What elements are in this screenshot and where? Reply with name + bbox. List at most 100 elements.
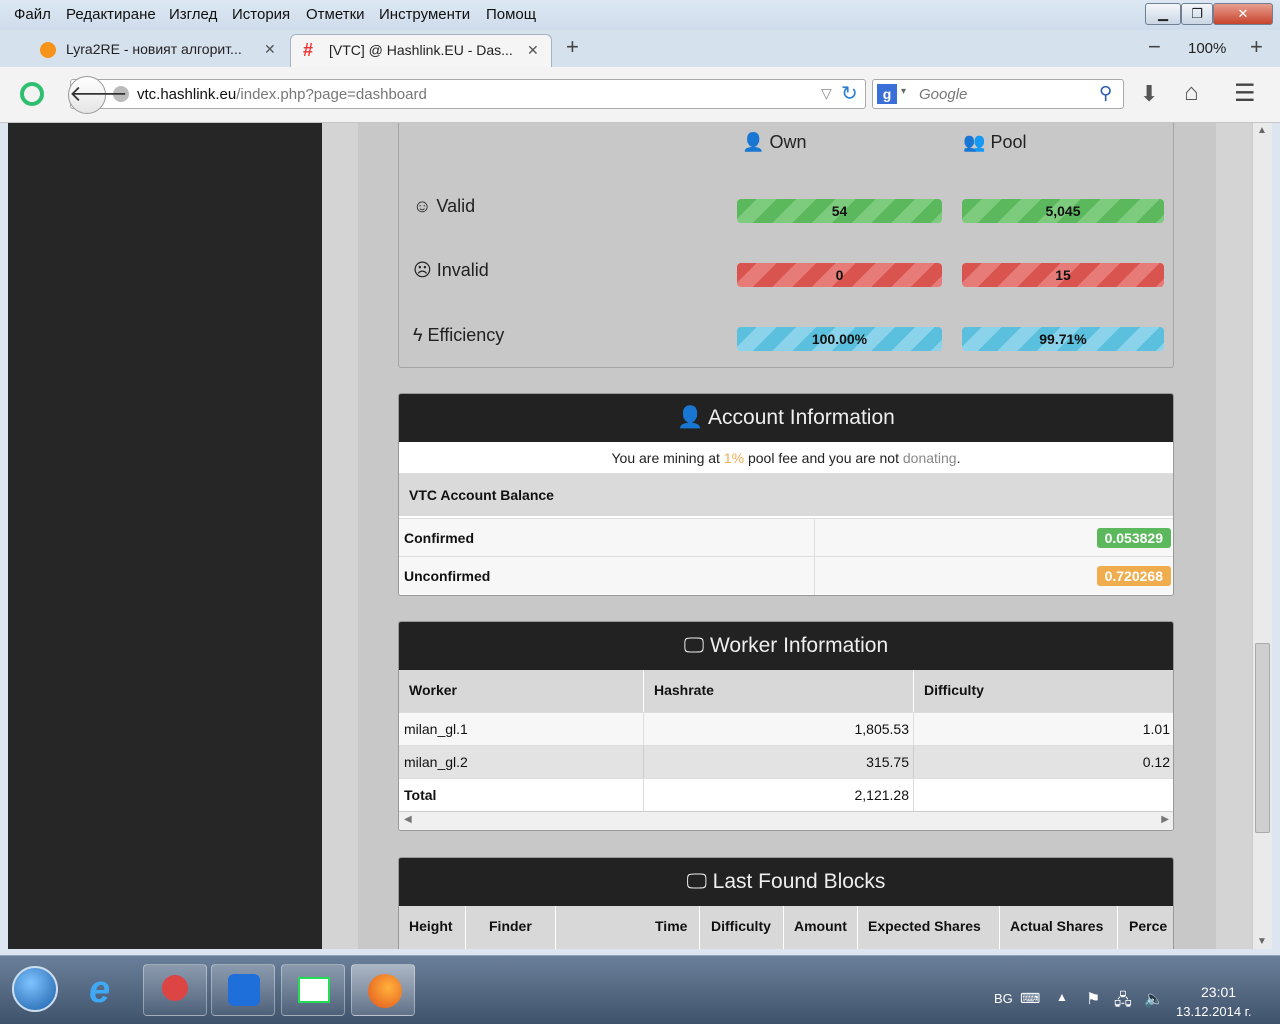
window-app-icon[interactable] <box>281 964 345 1016</box>
col-difficulty: Difficulty <box>711 918 771 934</box>
balance-row: Unconfirmed 0.720268 <box>399 556 1173 595</box>
zoom-level[interactable]: 100% <box>1188 40 1226 57</box>
panel-title: Last Found Blocks <box>712 870 886 893</box>
google-icon[interactable]: g <box>877 84 897 104</box>
hashlink-icon: # <box>303 40 314 60</box>
menu-help[interactable]: Помощ <box>486 6 536 23</box>
menu-icon[interactable]: ☰ <box>1234 79 1256 108</box>
desktop-icon: 🖵 <box>686 870 707 893</box>
vertical-scrollbar[interactable]: ▲ ▼ <box>1252 123 1272 949</box>
dropdown-arrow-icon[interactable]: ▽ <box>821 85 832 102</box>
invalid-text: Invalid <box>436 260 489 280</box>
menu-file[interactable]: Файл <box>14 6 51 23</box>
tab-lyra2re[interactable]: Lyra2RE - новият алгорит... ✕ <box>30 34 288 67</box>
page-content: 👤 Own 👥 Pool ☺ Valid 54 5,045 ☹ Invalid … <box>322 123 1252 949</box>
column-divider <box>643 746 644 779</box>
worker-difficulty: 1.01 <box>1142 721 1170 737</box>
notice-text-2: pool fee and you are not <box>744 450 903 466</box>
balance-title: VTC Account Balance <box>399 474 1173 516</box>
col-height: Height <box>409 918 453 934</box>
donating-link[interactable]: donating <box>903 450 957 466</box>
column-divider <box>857 906 858 949</box>
url-bar[interactable]: vtc.hashlink.eu/index.php?page=dashboard… <box>70 79 866 109</box>
smile-icon: ☺ <box>413 196 432 216</box>
efficiency-text: Efficiency <box>427 325 505 345</box>
pool-fee: 1% <box>723 450 745 466</box>
column-divider <box>913 670 914 712</box>
pool-invalid-bar: 15 <box>962 263 1164 287</box>
worker-hashrate: 1,805.53 <box>854 721 910 737</box>
menu-bookmarks[interactable]: Отметки <box>306 6 365 23</box>
column-divider <box>783 906 784 949</box>
scroll-up-icon[interactable]: ▲ <box>1257 125 1267 136</box>
zoom-out-button[interactable]: − <box>1148 34 1161 60</box>
show-hidden-icons-icon[interactable]: ▲ <box>1056 990 1068 1004</box>
scroll-thumb[interactable] <box>1255 643 1270 833</box>
close-tab-icon[interactable]: ✕ <box>527 35 539 65</box>
user-secret-icon: 👤 <box>677 406 704 429</box>
search-placeholder: Google <box>919 86 968 103</box>
home-icon[interactable]: ⌂ <box>1184 79 1199 107</box>
maximize-button[interactable]: ❐ <box>1181 3 1213 25</box>
menu-edit[interactable]: Редактиране <box>66 6 156 23</box>
action-center-icon[interactable]: ⚑ <box>1086 989 1100 1009</box>
close-window-button[interactable]: ✕ <box>1213 3 1273 25</box>
clock-time[interactable]: 23:01 <box>1201 984 1236 1000</box>
back-button[interactable]: 🡐 <box>68 76 128 114</box>
search-icon[interactable]: ⚲ <box>1099 83 1112 104</box>
bolt-icon: ϟ <box>413 325 423 345</box>
clock-date[interactable]: 13.12.2014 г. <box>1176 1004 1251 1019</box>
col-percent: Perce <box>1129 918 1168 934</box>
table-row: milan_gl.2 315.75 0.12 <box>399 745 1173 779</box>
panel-header: 🖵 Last Found Blocks <box>399 858 1173 906</box>
scroll-left-icon[interactable]: ◀ <box>404 814 412 825</box>
own-header: 👤 Own <box>742 132 806 153</box>
teamviewer-icon[interactable] <box>211 964 275 1016</box>
keyboard-icon[interactable]: ⌨ <box>1020 990 1040 1007</box>
tab-hashlink[interactable]: # [VTC] @ Hashlink.EU - Das... ✕ <box>290 34 552 67</box>
column-divider <box>814 519 815 557</box>
col-finder: Finder <box>489 918 532 934</box>
zoom-in-button[interactable]: + <box>1250 34 1263 60</box>
network-icon[interactable]: 🖧 <box>1114 989 1132 1016</box>
reload-icon[interactable]: ↻ <box>841 81 858 106</box>
minimize-button[interactable]: ▁ <box>1145 3 1181 25</box>
col-hashrate: Hashrate <box>654 682 714 698</box>
windows-taskbar: e BG ⌨ ▲ ⚑ 🖧 🔈 23:01 13.12.2014 г. <box>0 955 1280 1024</box>
new-tab-button[interactable]: + <box>566 34 579 60</box>
page-viewport: 👤 Own 👥 Pool ☺ Valid 54 5,045 ☹ Invalid … <box>8 123 1252 949</box>
col-actual-shares: Actual Shares <box>1010 918 1104 934</box>
bitcoin-icon <box>40 42 56 58</box>
molecule-app-icon[interactable] <box>143 964 207 1016</box>
menu-view[interactable]: Изглед <box>169 6 217 23</box>
menu-tools[interactable]: Инструменти <box>379 6 470 23</box>
horizontal-scrollbar[interactable]: ◀ ▶ <box>399 811 1173 830</box>
table-header: Height Finder Time Difficulty Amount Exp… <box>399 906 1173 949</box>
scroll-right-icon[interactable]: ▶ <box>1161 814 1169 825</box>
menu-history[interactable]: История <box>232 6 290 23</box>
volume-icon[interactable]: 🔈 <box>1144 989 1164 1009</box>
pool-label: Pool <box>990 132 1027 152</box>
start-button[interactable] <box>12 966 58 1012</box>
mining-notice: You are mining at 1% pool fee and you ar… <box>399 442 1173 474</box>
scroll-down-icon[interactable]: ▼ <box>1257 936 1267 947</box>
firefox-icon[interactable] <box>351 964 415 1016</box>
language-indicator[interactable]: BG <box>994 991 1013 1006</box>
valid-label: ☺ Valid <box>413 196 475 217</box>
internet-explorer-icon[interactable]: e <box>74 964 138 1016</box>
total-hashrate: 2,121.28 <box>854 787 910 803</box>
col-amount: Amount <box>794 918 847 934</box>
col-expected-shares: Expected Shares <box>868 918 981 934</box>
engine-dropdown-icon[interactable]: ▾ <box>901 86 906 97</box>
col-time: Time <box>655 918 688 934</box>
total-row: Total 2,121.28 <box>399 778 1173 812</box>
column-divider <box>913 746 914 779</box>
url-text: vtc.hashlink.eu/index.php?page=dashboard <box>137 86 427 103</box>
column-divider <box>913 779 914 812</box>
column-divider <box>699 906 700 949</box>
search-bar[interactable]: g ▾ Google ⚲ <box>872 79 1124 109</box>
addon-icon[interactable] <box>20 82 44 106</box>
navigation-bar: 🡐 vtc.hashlink.eu/index.php?page=dashboa… <box>0 67 1280 123</box>
download-icon[interactable]: ⬇ <box>1140 81 1158 107</box>
close-tab-icon[interactable]: ✕ <box>264 34 276 64</box>
